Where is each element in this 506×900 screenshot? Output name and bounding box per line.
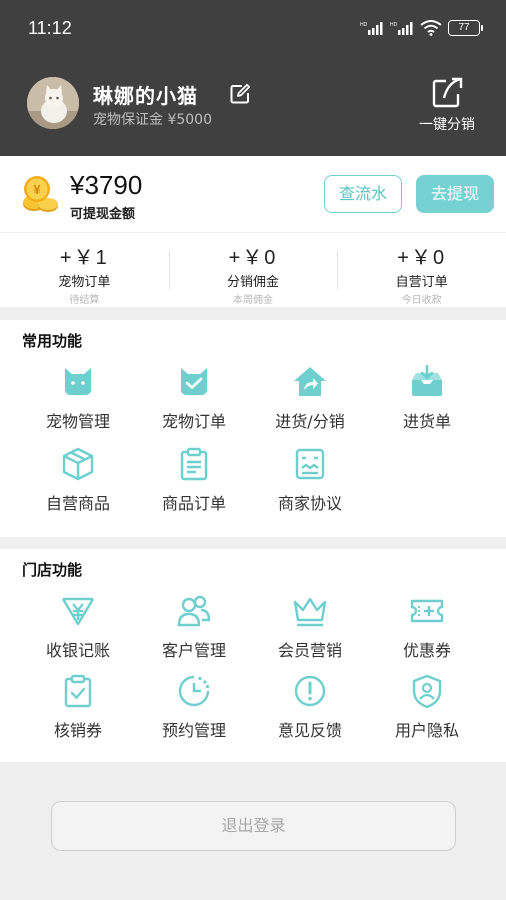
stat-sub: 今日收款 (401, 295, 442, 306)
stat-label: 宠物订单 (58, 275, 111, 290)
verify-coupon-icon (64, 674, 92, 708)
item-label: 进货单 (402, 412, 451, 431)
item-label: 自营商品 (45, 494, 110, 513)
item-label: 商家协议 (277, 494, 342, 513)
wifi-icon (420, 20, 442, 36)
withdraw-button[interactable]: 去提现 (416, 175, 494, 213)
purchase-distribution-item[interactable]: 进货/分销 (252, 364, 368, 432)
item-label: 客户管理 (161, 641, 226, 660)
item-label: 宠物订单 (161, 412, 226, 431)
item-label: 宠物管理 (45, 412, 110, 431)
purchase-order-item[interactable]: 进货单 (369, 364, 485, 432)
profile-header: 11:12 HD HD 77 琳娜的小猫 宠物保证金 ¥5000 一键分销 (0, 0, 506, 156)
agreement-icon (295, 448, 325, 480)
stat-label: 分销佣金 (227, 275, 280, 290)
item-label: 优惠券 (402, 641, 451, 660)
stat-commission[interactable]: +￥0 分销佣金 本周佣金 (168, 233, 338, 307)
item-label: 核销券 (53, 721, 102, 740)
item-label: 预约管理 (161, 721, 226, 740)
stat-sub: 待结算 (69, 295, 100, 306)
edit-icon[interactable] (228, 82, 252, 106)
appointment-item[interactable]: 预约管理 (136, 673, 252, 741)
stat-self-orders[interactable]: +￥0 自营订单 今日收款 (337, 233, 506, 307)
pet-orders-item[interactable]: 宠物订单 (136, 364, 252, 432)
cat-face-icon (65, 368, 91, 395)
section-title: 门店功能 (22, 561, 83, 579)
cat-check-icon (181, 368, 207, 395)
cashier-icon (61, 597, 95, 626)
clock-icon (178, 675, 210, 707)
cashier-item[interactable]: 收银记账 (20, 593, 136, 661)
coupon-item[interactable]: 优惠券 (369, 593, 485, 661)
item-label: 会员营销 (277, 641, 342, 660)
item-label: 意见反馈 (277, 721, 342, 740)
feedback-icon (294, 675, 326, 707)
view-transactions-button[interactable]: 查流水 (324, 175, 402, 213)
avatar[interactable] (27, 77, 79, 129)
svg-text:HD: HD (390, 22, 398, 28)
signal-icon-2: HD (390, 22, 413, 35)
status-bar: 11:12 HD HD 77 (0, 0, 506, 60)
privacy-shield-icon (412, 674, 442, 709)
share-icon (432, 77, 463, 108)
battery-icon: 77 (448, 20, 483, 36)
house-share-icon (294, 367, 326, 396)
status-icons: HD HD 77 (360, 20, 483, 36)
user-privacy-item[interactable]: 用户隐私 (369, 673, 485, 741)
stat-value: +￥1 (59, 247, 109, 269)
stat-sub: 本周佣金 (233, 295, 273, 306)
stats-row: +￥1 宠物订单 待结算 +￥0 分销佣金 本周佣金 +￥0 自营订单 今日收款 (0, 233, 506, 307)
stat-value: +￥0 (397, 247, 447, 269)
deposit-label: 宠物保证金 ¥5000 (93, 112, 212, 128)
customers-icon (177, 595, 211, 627)
coin-icon: ¥ (23, 176, 58, 212)
box-icon (62, 447, 94, 481)
store-functions-section: 门店功能 收银记账 客户管理 会员营销 优惠券 核销券 预约管理 意见反馈 用户… (0, 549, 506, 762)
section-title: 常用功能 (22, 332, 83, 350)
item-label: 进货/分销 (275, 412, 345, 431)
self-products-item[interactable]: 自营商品 (20, 446, 136, 514)
product-orders-item[interactable]: 商品订单 (136, 446, 252, 514)
inbox-download-icon (412, 364, 442, 396)
stat-label: 自营订单 (395, 275, 448, 290)
member-marketing-item[interactable]: 会员营销 (252, 593, 368, 661)
stat-pet-orders[interactable]: +￥1 宠物订单 待结算 (0, 233, 169, 307)
crown-icon (293, 597, 327, 627)
merchant-agreement-item[interactable]: 商家协议 (252, 446, 368, 514)
common-functions-section: 常用功能 宠物管理 宠物订单 进货/分销 进货单 自营商品 商品订单 商家协议 (0, 320, 506, 537)
logout-button[interactable]: 退出登录 (51, 801, 456, 851)
balance-label: 可提现金额 (70, 207, 136, 222)
svg-text:¥: ¥ (33, 182, 41, 197)
one-click-share-button[interactable]: 一键分销 (416, 76, 478, 134)
stat-value: +￥0 (228, 247, 278, 269)
item-label: 收银记账 (45, 641, 110, 660)
customer-management-item[interactable]: 客户管理 (136, 593, 252, 661)
verify-coupon-item[interactable]: 核销券 (20, 673, 136, 741)
svg-text:HD: HD (360, 22, 368, 28)
balance-amount: ¥3790 (70, 170, 143, 200)
coupon-icon (410, 599, 444, 623)
feedback-item[interactable]: 意见反馈 (252, 673, 368, 741)
item-label: 商品订单 (161, 494, 226, 513)
clipboard-icon (180, 447, 208, 481)
status-time: 11:12 (28, 18, 72, 38)
user-name: 琳娜的小猫 (93, 84, 198, 108)
pet-management-item[interactable]: 宠物管理 (20, 364, 136, 432)
signal-icon: HD (360, 22, 383, 35)
balance-card: ¥ ¥3790 可提现金额 查流水 去提现 (0, 156, 506, 232)
item-label: 用户隐私 (394, 721, 459, 740)
share-label: 一键分销 (419, 117, 475, 133)
